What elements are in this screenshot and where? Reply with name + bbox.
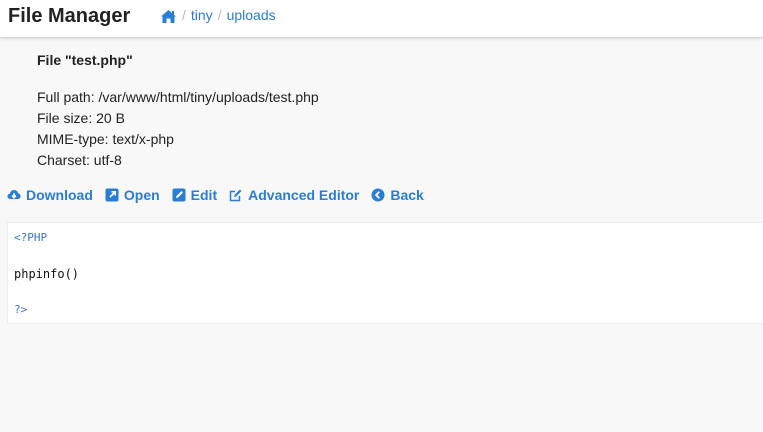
code-line: ?>	[14, 303, 28, 316]
breadcrumb: / tiny / uploads	[160, 6, 276, 24]
home-icon	[161, 10, 176, 24]
top-navbar: File Manager / tiny / uploads	[0, 0, 763, 38]
breadcrumb-separator: /	[182, 7, 186, 24]
back-label: Back	[390, 187, 424, 203]
edit-icon	[172, 188, 186, 202]
advanced-editor-label: Advanced Editor	[248, 187, 360, 203]
code-line: <?PHP	[14, 231, 48, 244]
edit-label: Edit	[190, 187, 218, 203]
code-preview: <?PHP phpinfo() ?>	[7, 222, 763, 324]
breadcrumb-item-uploads[interactable]: uploads	[227, 6, 276, 24]
file-title: File "test.php"	[37, 52, 133, 68]
download-label: Download	[26, 187, 93, 203]
code-line: phpinfo()	[14, 267, 80, 281]
file-info: File "test.php" Full path: /var/www/html…	[37, 50, 319, 171]
app-title[interactable]: File Manager	[8, 5, 130, 27]
open-label: Open	[123, 187, 160, 203]
file-charset: Charset: utf-8	[37, 152, 122, 168]
chevron-circle-left-icon	[371, 188, 385, 202]
breadcrumb-home[interactable]	[160, 6, 177, 24]
file-size: File size: 20 B	[37, 110, 125, 126]
cloud-download-icon	[7, 190, 21, 199]
file-actions: Download Open Edit Advanced Editor Back	[7, 186, 436, 204]
back-button[interactable]: Back	[371, 186, 424, 204]
pencil-square-icon	[229, 189, 242, 202]
download-button[interactable]: Download	[7, 186, 93, 204]
open-button[interactable]: Open	[105, 186, 160, 204]
advanced-editor-button[interactable]: Advanced Editor	[229, 186, 359, 204]
edit-button[interactable]: Edit	[172, 186, 217, 204]
external-link-icon	[105, 188, 119, 202]
file-full-path: Full path: /var/www/html/tiny/uploads/te…	[37, 89, 319, 105]
breadcrumb-separator: /	[217, 7, 222, 24]
file-mime-type: MIME-type: text/x-php	[37, 131, 174, 147]
breadcrumb-item-tiny[interactable]: tiny	[191, 6, 213, 24]
